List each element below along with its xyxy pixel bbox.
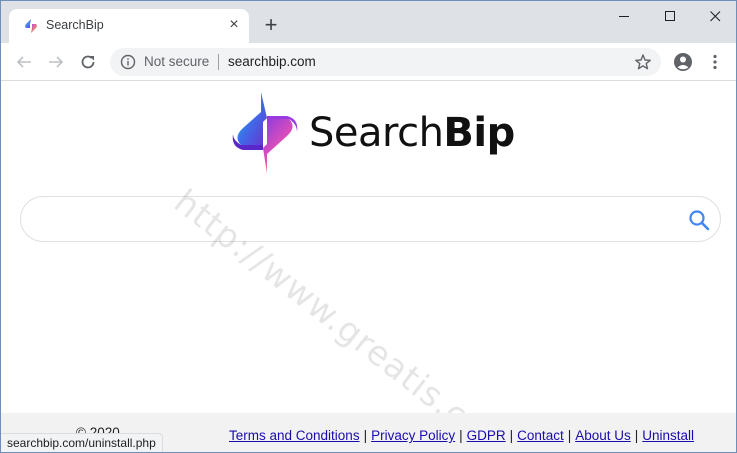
footer-separator: | <box>459 428 463 443</box>
footer-link-privacy[interactable]: Privacy Policy <box>371 428 455 443</box>
security-label[interactable]: Not secure <box>144 54 209 69</box>
omnibox-divider <box>218 54 219 70</box>
url-text[interactable]: searchbip.com <box>228 54 316 69</box>
minimize-icon <box>618 15 629 17</box>
reload-button[interactable] <box>77 51 99 73</box>
logo-wordmark: SearchBip <box>309 110 515 156</box>
window-maximize-button[interactable] <box>647 1 693 31</box>
status-bar-url: searchbip.com/uninstall.php <box>1 433 163 452</box>
footer-link-uninstall[interactable]: Uninstall <box>642 428 694 443</box>
searchbip-logo-mark-icon <box>232 92 298 174</box>
searchbip-logo: SearchBip <box>231 92 521 174</box>
footer-link-terms[interactable]: Terms and Conditions <box>229 428 360 443</box>
footer-separator: | <box>634 428 639 443</box>
footer-separator: | <box>363 428 368 443</box>
new-tab-button[interactable]: + <box>259 13 283 37</box>
footer-separator: | <box>509 428 514 443</box>
footer-links: Terms and Conditions | Privacy Policy | GDPR… <box>229 428 694 443</box>
kebab-menu-icon <box>713 54 717 70</box>
reload-icon <box>81 55 95 69</box>
tab-title: SearchBip <box>46 18 104 32</box>
browser-toolbar: Not secure searchbip.com <box>1 43 736 81</box>
window-close-button[interactable] <box>692 1 736 31</box>
searchbip-favicon-icon <box>25 19 37 33</box>
info-circle-icon[interactable] <box>120 54 136 70</box>
tab-close-icon[interactable]: × <box>225 16 243 34</box>
footer-separator: | <box>567 428 572 443</box>
maximize-icon <box>664 10 675 21</box>
logo-text-bold: Bip <box>443 110 515 156</box>
window-minimize-button[interactable] <box>601 1 647 31</box>
back-button[interactable] <box>13 51 35 73</box>
account-circle-icon[interactable] <box>673 52 693 72</box>
browser-window: SearchBip × + Not secure searchbip.com S… <box>0 0 737 453</box>
close-icon <box>709 10 720 21</box>
logo-text-regular: Search <box>309 110 444 156</box>
forward-button[interactable] <box>45 51 67 73</box>
tab-strip: SearchBip × + <box>1 1 736 43</box>
search-input[interactable] <box>39 197 679 241</box>
address-bar[interactable]: Not secure searchbip.com <box>110 48 661 76</box>
tab-searchbip[interactable]: SearchBip × <box>9 9 249 43</box>
browser-menu-button[interactable] <box>707 52 723 72</box>
footer-link-gdpr[interactable]: GDPR <box>467 428 506 443</box>
footer-link-contact[interactable]: Contact <box>517 428 564 443</box>
footer-link-about[interactable]: About Us <box>575 428 631 443</box>
search-icon[interactable] <box>688 209 710 231</box>
arrow-right-icon <box>49 56 64 68</box>
search-box <box>20 196 721 242</box>
page-content: SearchBip http://www.greatis.com © 2020 … <box>1 82 736 452</box>
star-outline-icon[interactable] <box>634 53 652 71</box>
arrow-left-icon <box>16 56 31 68</box>
